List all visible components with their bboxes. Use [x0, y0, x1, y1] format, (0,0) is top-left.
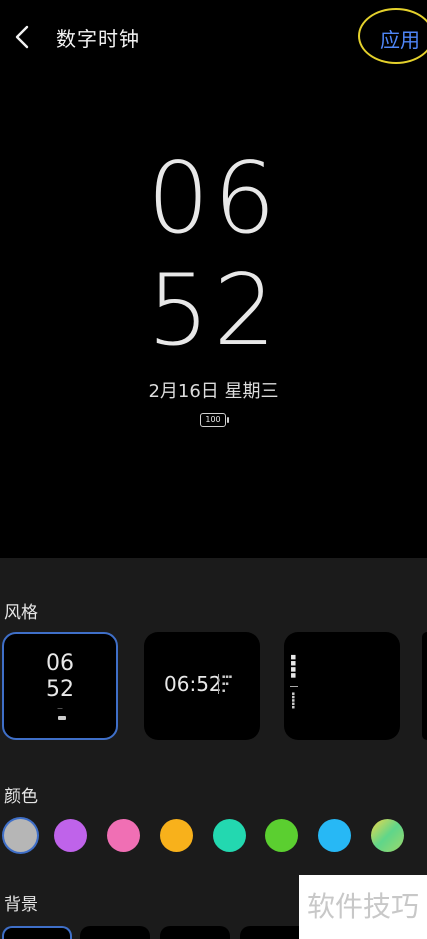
style-option-partial[interactable] [422, 632, 427, 740]
style-option-vertical[interactable]: ▪▪▪▪ ▪▪▪▪▪ [284, 632, 400, 740]
clock-hour: 06 [147, 142, 280, 256]
battery-indicator: 100 [200, 413, 229, 427]
color-swatch-pink[interactable] [107, 819, 140, 852]
apply-button[interactable]: 应用 [380, 24, 420, 53]
style-preview-info: ▪▪▪ ▪▪ ▪ [222, 674, 233, 694]
divider [218, 674, 219, 694]
style-preview-vertical-time: ▪▪▪▪ [288, 654, 298, 679]
chevron-left-icon[interactable] [8, 20, 38, 54]
section-label-background: 背景 [4, 895, 38, 915]
style-preview-date: ― [57, 706, 63, 712]
top-bar: 数字时钟 应用 [0, 0, 427, 72]
clock-minute: 52 [147, 254, 280, 368]
color-swatch-gray[interactable] [4, 819, 37, 852]
style-option-horizontal[interactable]: 06:52 ▪▪▪ ▪▪ ▪ [144, 632, 260, 740]
color-swatch-gradient[interactable] [371, 819, 404, 852]
color-swatch-purple[interactable] [54, 819, 87, 852]
page-title: 数字时钟 [56, 27, 140, 51]
clock-date: 2月16日 星期三 [148, 381, 279, 402]
color-swatch-blue[interactable] [318, 819, 351, 852]
style-preview-minute: 52 [46, 677, 74, 702]
color-swatch-green[interactable] [265, 819, 298, 852]
style-preview-time: 06:52 [164, 672, 222, 696]
color-swatch-orange[interactable] [160, 819, 193, 852]
style-preview-hour: 06 [46, 651, 74, 676]
divider [290, 686, 298, 687]
battery-icon [58, 716, 66, 720]
background-option[interactable] [80, 926, 150, 939]
background-option[interactable] [2, 926, 72, 939]
color-swatch-teal[interactable] [213, 819, 246, 852]
style-option-stacked[interactable]: 06 52 ― [2, 632, 118, 740]
style-preview-info: ▪▪▪▪▪ [290, 692, 296, 709]
background-option[interactable] [160, 926, 230, 939]
section-label-color: 颜色 [4, 787, 38, 807]
watermark: 软件技巧 [299, 875, 427, 939]
section-label-style: 风格 [4, 603, 38, 623]
